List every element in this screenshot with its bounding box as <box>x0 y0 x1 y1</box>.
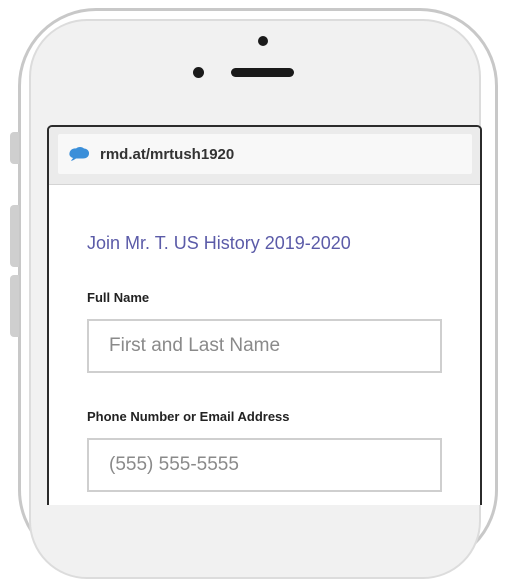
url-text: rmd.at/mrtush1920 <box>100 145 235 163</box>
phone-volume-down-button <box>10 275 19 337</box>
earpiece-speaker <box>231 68 294 77</box>
contact-input[interactable] <box>87 438 442 492</box>
address-bar[interactable]: rmd.at/mrtush1920 <box>58 134 472 174</box>
page-title: Join Mr. T. US History 2019-2020 <box>87 233 351 253</box>
phone-volume-up-button <box>10 205 19 267</box>
join-class-form: Join Mr. T. US History 2019-2020 Full Na… <box>49 233 480 492</box>
contact-label: Phone Number or Email Address <box>87 409 290 424</box>
browser-toolbar: rmd.at/mrtush1920 <box>49 127 480 185</box>
full-name-input[interactable] <box>87 319 442 373</box>
full-name-label: Full Name <box>87 290 150 305</box>
proximity-sensor <box>193 67 204 78</box>
brain-icon <box>69 147 90 161</box>
phone-mute-switch <box>10 132 19 164</box>
phone-screen: rmd.at/mrtush1920 Join Mr. T. US History… <box>47 125 482 505</box>
front-camera <box>258 36 268 46</box>
